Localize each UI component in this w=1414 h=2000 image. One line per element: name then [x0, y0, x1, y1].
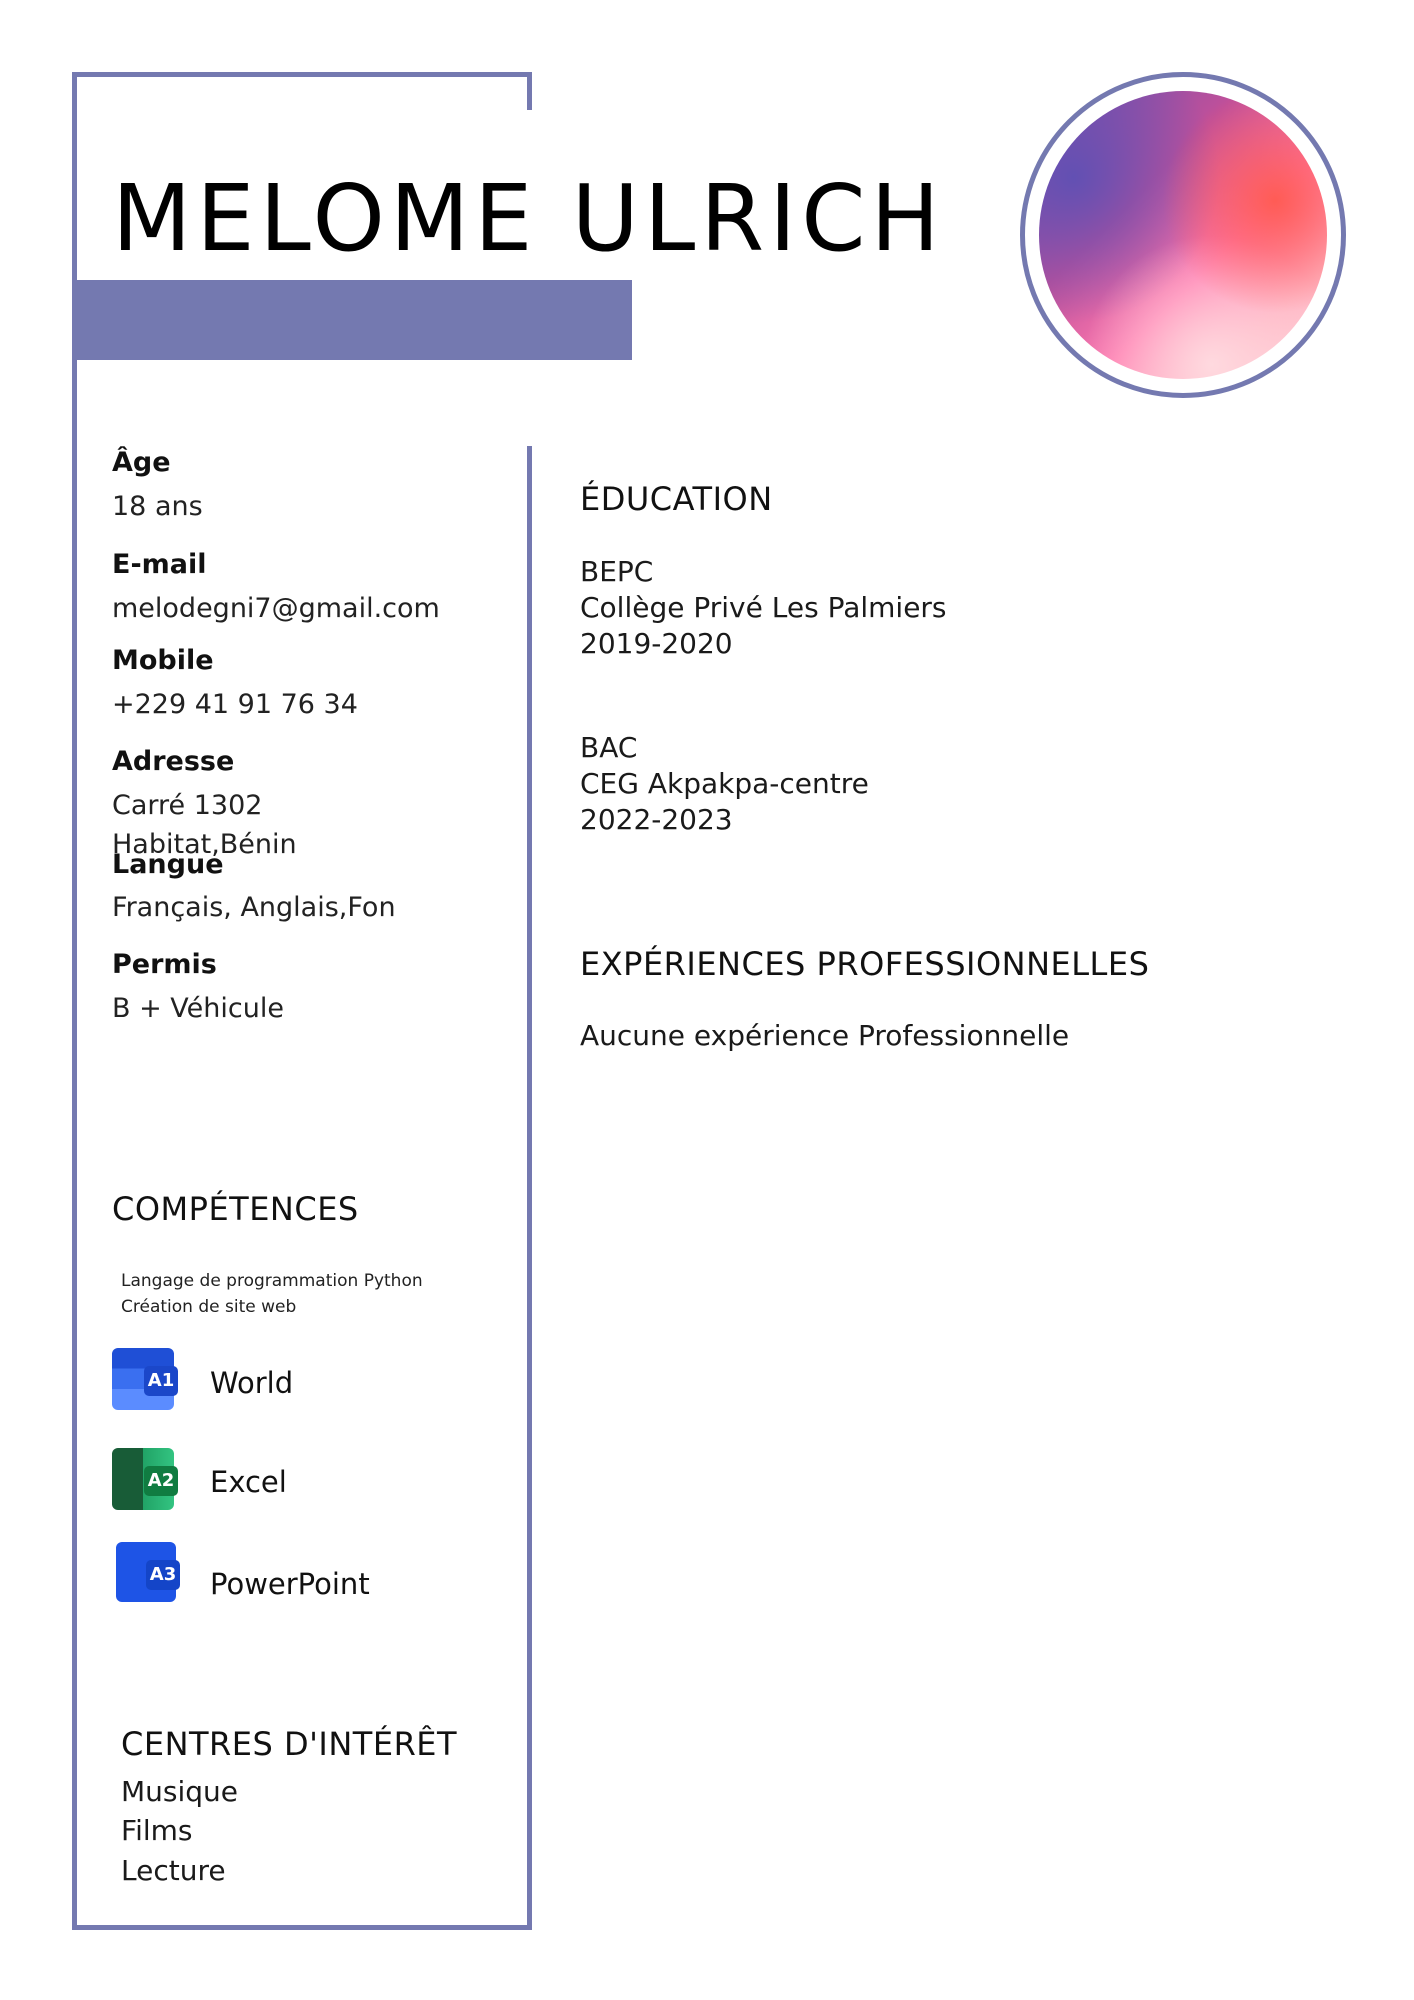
experience-heading: EXPÉRIENCES PROFESSIONNELLES — [580, 945, 1150, 983]
education-heading: ÉDUCATION — [580, 480, 773, 518]
column-divider-line — [527, 446, 532, 1930]
frame-top-line — [72, 72, 532, 77]
skill-line: Création de site web — [121, 1297, 297, 1317]
skill-line: Langage de programmation Python — [121, 1271, 423, 1291]
word-badge: A1 — [144, 1366, 178, 1396]
education-degree: BAC — [580, 731, 638, 764]
app-name-excel: Excel — [210, 1465, 287, 1499]
email-label: E-mail — [112, 549, 207, 580]
language-value: Français, Anglais,Fon — [112, 892, 396, 923]
experience-text: Aucune expérience Professionnelle — [580, 1019, 1070, 1052]
interest-item: Musique — [121, 1775, 239, 1808]
powerpoint-icon: A3 — [116, 1542, 180, 1602]
app-name-word: World — [210, 1366, 294, 1400]
education-degree: BEPC — [580, 555, 654, 588]
education-school: CEG Akpakpa-centre — [580, 767, 869, 800]
excel-icon: A2 — [112, 1448, 178, 1510]
mobile-label: Mobile — [112, 645, 214, 676]
education-years: 2022-2023 — [580, 803, 733, 836]
age-value: 18 ans — [112, 491, 203, 522]
name-accent-bar — [72, 280, 632, 360]
age-label: Âge — [112, 447, 171, 478]
interest-item: Films — [121, 1814, 193, 1847]
interests-heading: CENTRES D'INTÉRÊT — [121, 1725, 458, 1763]
license-value: B + Véhicule — [112, 993, 284, 1024]
interest-item: Lecture — [121, 1854, 226, 1887]
powerpoint-badge: A3 — [146, 1560, 180, 1590]
candidate-name: MELOME ULRICH — [112, 165, 945, 272]
skills-heading: COMPÉTENCES — [112, 1190, 359, 1228]
profile-photo-frame — [1020, 72, 1346, 398]
address-line-1: Carré 1302 — [112, 790, 263, 821]
frame-top-right-tick — [527, 72, 532, 110]
app-name-powerpoint: PowerPoint — [210, 1567, 370, 1601]
education-years: 2019-2020 — [580, 627, 733, 660]
license-label: Permis — [112, 949, 217, 980]
email-value: melodegni7@gmail.com — [112, 593, 440, 624]
language-label: Langue — [112, 849, 224, 880]
excel-badge: A2 — [144, 1466, 178, 1496]
word-icon: A1 — [112, 1348, 178, 1410]
frame-bottom-line — [72, 1925, 532, 1930]
profile-photo — [1039, 91, 1327, 379]
address-label: Adresse — [112, 746, 235, 777]
mobile-value: +229 41 91 76 34 — [112, 689, 358, 720]
education-school: Collège Privé Les Palmiers — [580, 591, 947, 624]
